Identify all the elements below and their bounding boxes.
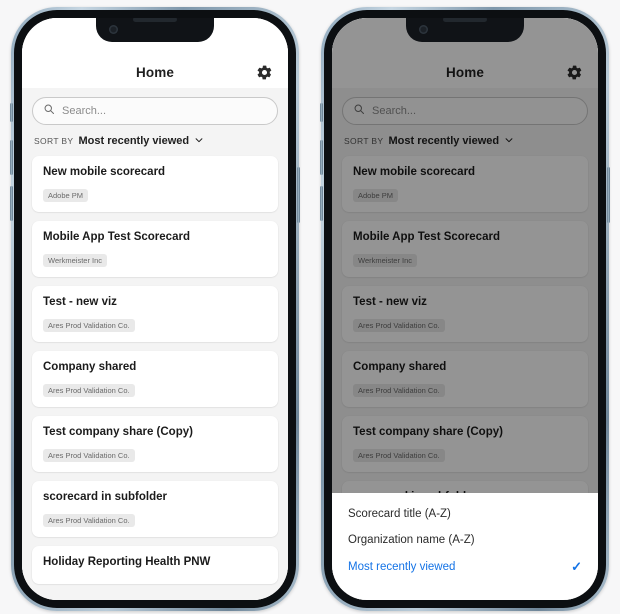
front-camera-icon — [419, 25, 428, 34]
sort-by-action-sheet: Scorecard title (A-Z) Organization name … — [332, 493, 598, 600]
checkmark-icon: ✓ — [571, 559, 582, 574]
list-item[interactable]: Holiday Reporting Health PNW — [32, 546, 278, 584]
volume-down-button[interactable] — [10, 186, 13, 221]
sort-option-organization-name[interactable]: Organization name (A-Z) — [332, 527, 598, 553]
scorecard-title: Mobile App Test Scorecard — [43, 231, 190, 243]
scorecard-list-left: New mobile scorecard Adobe PM Mobile App… — [32, 156, 278, 584]
chevron-down-icon[interactable] — [194, 132, 204, 150]
silent-switch[interactable] — [10, 103, 13, 122]
sort-option-most-recently-viewed[interactable]: Most recently viewed ✓ — [332, 553, 598, 580]
power-button[interactable] — [297, 167, 300, 223]
phone-left: Home Search... SORT BY Most recently vie… — [10, 7, 300, 611]
sort-by-value: Most recently viewed — [78, 135, 190, 147]
sort-option-scorecard-title[interactable]: Scorecard title (A-Z) — [332, 501, 598, 527]
sort-by-label: SORT BY — [34, 136, 74, 146]
volume-down-button[interactable] — [320, 186, 323, 221]
sort-option-label: Organization name (A-Z) — [348, 534, 475, 546]
organization-badge: Ares Prod Validation Co. — [43, 449, 135, 462]
phone-screen-left: Home Search... SORT BY Most recently vie… — [22, 18, 288, 600]
notch — [406, 18, 524, 42]
organization-badge: Werkmeister Inc — [43, 254, 108, 267]
earpiece-speaker — [443, 18, 487, 22]
phone-comparison-stage: Home Search... SORT BY Most recently vie… — [0, 0, 620, 614]
app-container-left: Home Search... SORT BY Most recently vie… — [22, 18, 288, 600]
earpiece-speaker — [133, 18, 177, 22]
list-item[interactable]: Mobile App Test Scorecard Werkmeister In… — [32, 221, 278, 277]
list-item[interactable]: Test company share (Copy) Ares Prod Vali… — [32, 416, 278, 472]
sort-option-label: Scorecard title (A-Z) — [348, 508, 451, 520]
list-item[interactable]: New mobile scorecard Adobe PM — [32, 156, 278, 212]
scorecard-title: New mobile scorecard — [43, 166, 166, 178]
list-item[interactable]: Company shared Ares Prod Validation Co. — [32, 351, 278, 407]
organization-badge: Ares Prod Validation Co. — [43, 384, 135, 397]
search-bar[interactable] — [32, 97, 278, 125]
phone-screen-right: Home Search... SORT BY Most recently vie… — [332, 18, 598, 600]
search-input[interactable] — [62, 105, 267, 117]
sort-by-control[interactable]: SORT BY Most recently viewed — [34, 132, 278, 150]
organization-badge: Ares Prod Validation Co. — [43, 319, 135, 332]
scorecard-title: Test - new viz — [43, 296, 117, 308]
list-item[interactable]: Test - new viz Ares Prod Validation Co. — [32, 286, 278, 342]
scorecard-title: Test company share (Copy) — [43, 426, 193, 438]
phone-right: Home Search... SORT BY Most recently vie… — [320, 7, 610, 611]
front-camera-icon — [109, 25, 118, 34]
page-title: Home — [136, 65, 174, 80]
scorecard-title: Holiday Reporting Health PNW — [43, 556, 211, 568]
app-body: SORT BY Most recently viewed New mobile … — [22, 88, 288, 600]
silent-switch[interactable] — [320, 103, 323, 122]
organization-badge: Ares Prod Validation Co. — [43, 514, 135, 527]
notch — [96, 18, 214, 42]
sort-option-label: Most recently viewed — [348, 560, 456, 573]
power-button[interactable] — [607, 167, 610, 223]
search-icon — [43, 102, 55, 120]
volume-up-button[interactable] — [10, 140, 13, 175]
scorecard-title: scorecard in subfolder — [43, 491, 167, 503]
volume-up-button[interactable] — [320, 140, 323, 175]
gear-icon[interactable] — [253, 61, 275, 83]
organization-badge: Adobe PM — [43, 189, 89, 202]
list-item[interactable]: scorecard in subfolder Ares Prod Validat… — [32, 481, 278, 537]
scorecard-title: Company shared — [43, 361, 137, 373]
